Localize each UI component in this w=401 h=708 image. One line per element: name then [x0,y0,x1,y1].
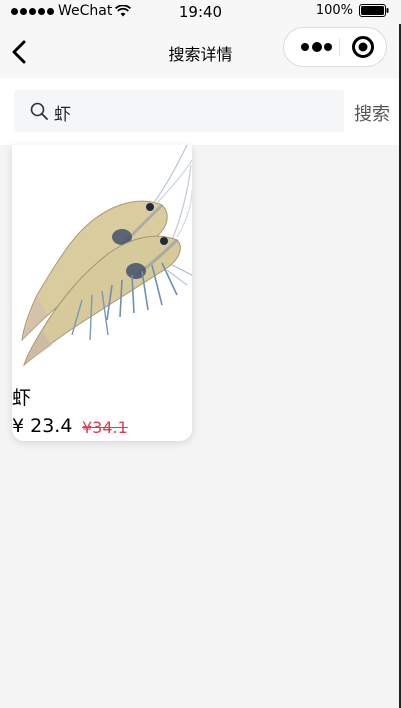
more-dots-icon[interactable] [292,28,338,66]
product-image [12,145,192,370]
close-circle-icon[interactable] [341,28,386,66]
search-query: 虾 [54,105,71,125]
search-input[interactable]: 虾 [14,90,344,132]
nav-bar: 搜索详情 [0,24,401,78]
status-bar: WeChat 19:40 100% [0,0,401,24]
product-name: 虾 [12,387,32,409]
capsule-menu [283,27,387,67]
battery-percent: 100% [315,3,353,18]
product-card[interactable]: 虾 ¥ 23.4 ¥34.1 [12,145,192,441]
status-right: 100% [316,3,389,18]
capsule-divider [339,38,340,56]
search-button[interactable]: 搜索 [354,100,390,126]
product-original-price: ¥34.1 [82,418,128,437]
search-area: 虾 搜索 [0,78,401,145]
product-price: ¥ 23.4 [12,415,73,437]
battery-icon [359,4,389,17]
search-icon [30,102,48,120]
